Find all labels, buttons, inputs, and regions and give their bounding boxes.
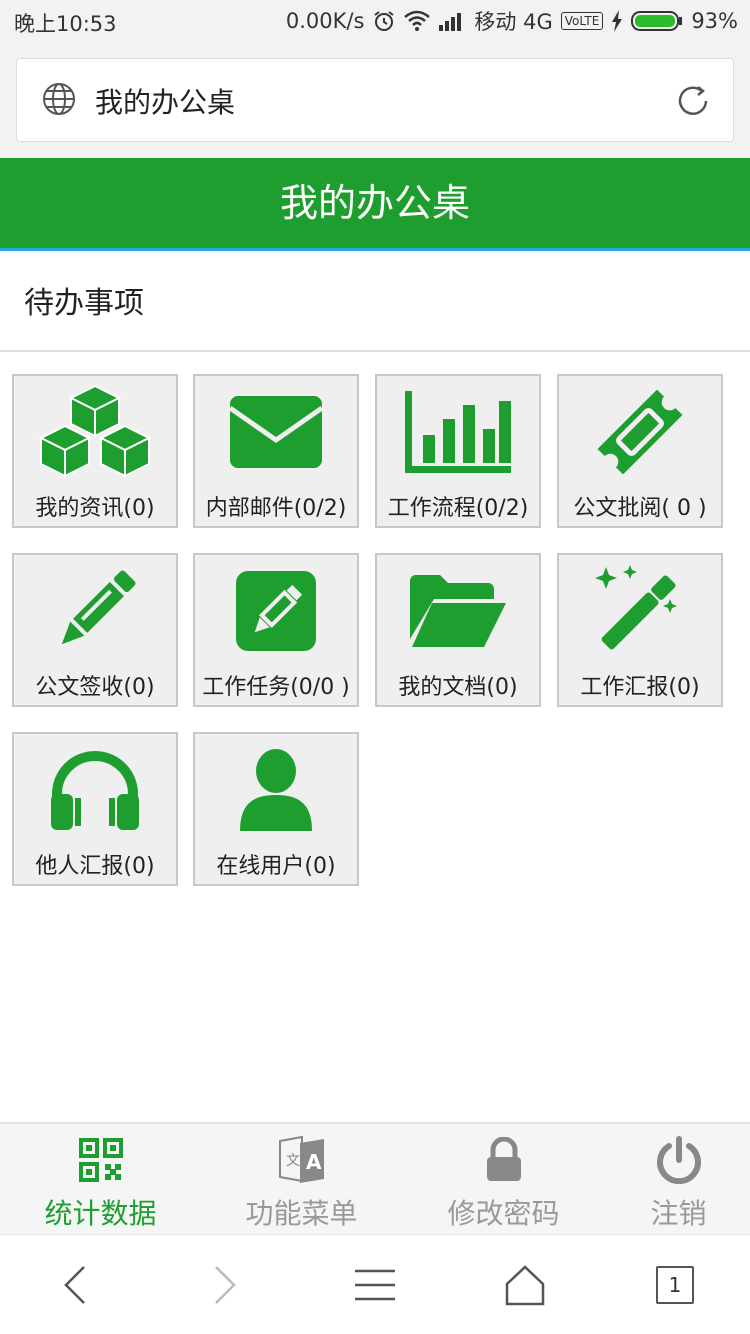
tab-label: 修改密码 xyxy=(447,1197,560,1230)
charging-icon xyxy=(611,10,623,32)
hamburger-icon xyxy=(355,1269,395,1300)
envelope-icon xyxy=(195,384,357,480)
tile-my-news[interactable]: 我的资讯(0) xyxy=(12,374,178,528)
pencil-icon xyxy=(14,563,176,659)
tile-workflow[interactable]: 工作流程(0/2) xyxy=(375,374,541,528)
headphones-icon xyxy=(14,742,176,838)
address-title: 我的办公桌 xyxy=(95,86,236,119)
tabs-button[interactable]: 1 xyxy=(600,1235,750,1334)
battery-percent: 93% xyxy=(691,9,738,33)
tile-label: 工作汇报(0) xyxy=(580,675,700,700)
power-icon xyxy=(585,1132,750,1188)
carrier-label: 移动 4G xyxy=(474,10,553,34)
tab-label: 统计数据 xyxy=(44,1197,157,1230)
tabs-count-box: 1 xyxy=(656,1265,694,1304)
menu-button[interactable] xyxy=(300,1235,450,1334)
globe-icon xyxy=(41,81,77,121)
divider xyxy=(0,350,750,352)
folder-open-icon xyxy=(377,563,539,659)
user-icon xyxy=(195,742,357,838)
wifi-icon xyxy=(404,10,431,32)
chevron-right-icon xyxy=(215,1265,236,1304)
section-title: 待办事项 xyxy=(24,286,144,321)
browser-toolbar: 我的办公桌 xyxy=(0,44,750,158)
qrcode-icon xyxy=(7,1132,194,1188)
tile-work-report[interactable]: 工作汇报(0) xyxy=(557,553,723,707)
tab-label: 注销 xyxy=(650,1197,707,1230)
page-title: 我的办公桌 xyxy=(0,158,750,251)
back-button[interactable] xyxy=(0,1235,150,1334)
tile-label: 公文签收(0) xyxy=(35,675,155,700)
bar-chart-icon xyxy=(377,384,539,480)
forward-button[interactable] xyxy=(150,1235,300,1334)
tile-document-receipt[interactable]: 公文签收(0) xyxy=(12,553,178,707)
status-icons: 0.00K/s 移动 4G VoLTE 93% xyxy=(286,6,738,36)
tab-logout[interactable]: 注销 xyxy=(585,1124,750,1234)
svg-text:A: A xyxy=(306,1150,322,1174)
status-time: 晚上10:53 xyxy=(14,12,117,36)
signal-icon xyxy=(438,11,466,31)
bottom-tab-bar: 统计数据 文 A 功能菜单 修改密码 注销 xyxy=(0,1122,750,1234)
status-bar: 晚上10:53 0.00K/s 移动 4G VoLTE 93% xyxy=(0,0,750,44)
tile-label: 公文批阅( 0 ) xyxy=(573,496,707,521)
tile-label: 他人汇报(0) xyxy=(35,854,155,879)
browser-nav-bar: 1 xyxy=(0,1234,750,1334)
tile-label: 工作流程(0/2) xyxy=(387,496,529,521)
tab-label: 功能菜单 xyxy=(245,1197,358,1230)
address-bar[interactable]: 我的办公桌 xyxy=(16,58,734,142)
tile-document-review[interactable]: 公文批阅( 0 ) xyxy=(557,374,723,528)
chevron-left-icon xyxy=(64,1265,85,1304)
cubes-icon xyxy=(14,384,176,480)
svg-text:文: 文 xyxy=(286,1153,300,1169)
tile-label: 在线用户(0) xyxy=(216,854,336,879)
alarm-icon xyxy=(372,9,396,33)
refresh-icon[interactable] xyxy=(673,81,713,125)
tile-online-users[interactable]: 在线用户(0) xyxy=(193,732,359,886)
tile-label: 内部邮件(0/2) xyxy=(205,496,347,521)
ticket-icon xyxy=(559,384,721,480)
battery-icon xyxy=(631,10,683,32)
tab-change-password[interactable]: 修改密码 xyxy=(410,1124,597,1234)
tile-label: 工作任务(0/0 ) xyxy=(202,675,350,700)
edit-square-icon xyxy=(195,563,357,659)
tile-work-tasks[interactable]: 工作任务(0/0 ) xyxy=(193,553,359,707)
home-button[interactable] xyxy=(450,1235,600,1334)
tile-internal-mail[interactable]: 内部邮件(0/2) xyxy=(193,374,359,528)
tile-label: 我的资讯(0) xyxy=(35,496,155,521)
tile-my-documents[interactable]: 我的文档(0) xyxy=(375,553,541,707)
translate-icon: 文 A xyxy=(208,1132,395,1188)
lock-icon xyxy=(410,1132,597,1188)
tile-others-report[interactable]: 他人汇报(0) xyxy=(12,732,178,886)
tile-label: 我的文档(0) xyxy=(398,675,518,700)
volte-badge: VoLTE xyxy=(560,12,604,30)
tab-statistics[interactable]: 统计数据 xyxy=(7,1124,194,1234)
home-icon xyxy=(505,1264,545,1305)
network-speed: 0.00K/s xyxy=(285,9,365,33)
magic-wand-icon xyxy=(559,563,721,659)
tab-function-menu[interactable]: 文 A 功能菜单 xyxy=(208,1124,395,1234)
